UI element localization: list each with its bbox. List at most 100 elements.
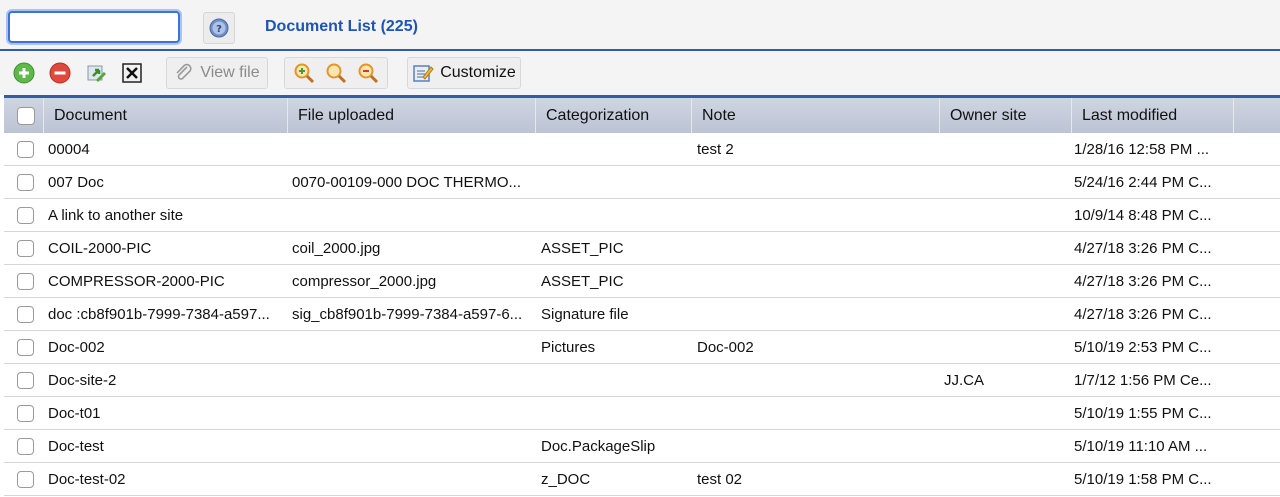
cell-last-modified: 10/9/14 8:48 PM C... (1074, 207, 1212, 224)
table-row[interactable]: Doc-t01 5/10/19 1:55 PM C... (4, 397, 1280, 430)
cell-document: Doc-test (48, 438, 104, 455)
cell-file-uploaded: sig_cb8f901b-7999-7384-a597-6... (292, 306, 523, 323)
cell-file-uploaded (292, 397, 538, 430)
table-row[interactable]: Doc-test Doc.PackageSlip 5/10/19 11:10 AM … (4, 430, 1280, 463)
cell-note (697, 397, 937, 430)
svg-text:?: ? (216, 24, 222, 35)
remove-button[interactable] (46, 57, 74, 89)
table-row[interactable]: Doc-002 Pictures Doc-002 5/10/19 2:53 PM C.… (4, 331, 1280, 364)
customize-label: Customize (440, 64, 516, 81)
cell-note (697, 166, 937, 199)
column-header-document[interactable]: Document (44, 98, 288, 133)
row-checkbox[interactable] (17, 306, 34, 323)
cell-file-uploaded: compressor_2000.jpg (292, 273, 437, 290)
cell-note (697, 265, 937, 298)
view-file-button[interactable]: View file (166, 57, 268, 89)
cell-document: Doc-test-02 (48, 471, 126, 488)
cell-owner-site (944, 199, 1070, 232)
cell-categorization: Pictures (541, 339, 596, 356)
cell-owner-site (944, 397, 1070, 430)
cell-owner-site (944, 298, 1070, 331)
table-row[interactable]: COMPRESSOR-2000-PIC compressor_2000.jpg AS… (4, 265, 1280, 298)
cell-note (697, 199, 937, 232)
cell-last-modified: 5/24/16 2:44 PM C... (1074, 174, 1212, 191)
cell-file-uploaded (292, 430, 538, 463)
cell-document: Doc-t01 (48, 405, 101, 422)
cell-owner-site (944, 133, 1070, 166)
cell-last-modified: 5/10/19 2:53 PM C... (1074, 339, 1212, 356)
cell-note: test 2 (697, 141, 734, 158)
cell-note: test 02 (697, 471, 743, 488)
row-checkbox[interactable] (17, 339, 34, 356)
row-checkbox[interactable] (17, 273, 34, 290)
cell-last-modified: 1/7/12 1:56 PM Ce... (1074, 372, 1212, 389)
toolbar: View file Customize (0, 51, 1280, 95)
cell-document: 007 Doc (48, 174, 104, 191)
table-row[interactable]: doc :cb8f901b-7999-7384-a597... sig_cb8f9… (4, 298, 1280, 331)
cell-owner-site (944, 463, 1070, 496)
help-button[interactable]: ? (203, 12, 235, 44)
cell-categorization (541, 397, 691, 430)
cell-note: Doc-002 (697, 339, 754, 356)
column-header-note[interactable]: Note (692, 98, 940, 133)
clear-button[interactable] (120, 57, 144, 89)
cell-note (697, 430, 937, 463)
cell-owner-site (944, 331, 1070, 364)
cell-note (697, 364, 937, 397)
row-checkbox[interactable] (17, 207, 34, 224)
cell-categorization: Signature file (541, 306, 629, 323)
cell-document: 00004 (48, 141, 90, 158)
cell-owner-site: JJ.CA (944, 372, 985, 389)
row-checkbox[interactable] (17, 240, 34, 257)
table-header: Document File uploaded Categorization No… (4, 95, 1280, 133)
row-checkbox[interactable] (17, 471, 34, 488)
cell-document: COMPRESSOR-2000-PIC (48, 273, 225, 290)
cell-file-uploaded (292, 133, 538, 166)
zoom-group (284, 57, 388, 89)
refresh-button[interactable] (82, 57, 112, 89)
row-checkbox[interactable] (17, 174, 34, 191)
table-row[interactable]: 00004 test 2 1/28/16 12:58 PM ... (4, 133, 1280, 166)
cell-categorization (541, 133, 691, 166)
close-icon (122, 63, 142, 83)
cell-document: COIL-2000-PIC (48, 240, 152, 257)
row-checkbox[interactable] (17, 405, 34, 422)
row-checkbox[interactable] (17, 141, 34, 158)
cell-document: A link to another site (48, 207, 184, 224)
column-header-categorization[interactable]: Categorization (536, 98, 692, 133)
add-button[interactable] (10, 57, 38, 89)
help-icon: ? (209, 18, 229, 38)
select-all-checkbox[interactable] (17, 107, 35, 125)
top-bar: ? Document List (225) (0, 0, 1280, 51)
cell-owner-site (944, 166, 1070, 199)
cell-document: Doc-site-2 (48, 372, 117, 389)
cell-last-modified: 5/10/19 11:10 AM ... (1074, 438, 1208, 455)
row-checkbox[interactable] (17, 438, 34, 455)
search-icon[interactable] (324, 61, 348, 85)
cell-last-modified: 5/10/19 1:55 PM C... (1074, 405, 1212, 422)
customize-button[interactable]: Customize (407, 57, 521, 89)
cell-owner-site (944, 232, 1070, 265)
cell-file-uploaded (292, 364, 538, 397)
view-file-label: View file (200, 64, 260, 81)
column-header-owner-site[interactable]: Owner site (940, 98, 1072, 133)
page-title: Document List (225) (265, 18, 418, 35)
table-row[interactable]: COIL-2000-PIC coil_2000.jpg ASSET_PIC 4/27/… (4, 232, 1280, 265)
cell-note (697, 298, 937, 331)
cell-categorization: z_DOC (541, 471, 591, 488)
zoom-out-icon[interactable] (356, 61, 380, 85)
row-checkbox[interactable] (17, 372, 34, 389)
table-row[interactable]: 007 Doc 0070-00109-000 DOC THERMO... 5/24/… (4, 166, 1280, 199)
cell-last-modified: 1/28/16 12:58 PM ... (1074, 141, 1210, 158)
zoom-in-icon[interactable] (292, 61, 316, 85)
customize-icon (413, 65, 434, 82)
search-input[interactable] (8, 11, 180, 43)
add-icon (13, 62, 35, 84)
table-row[interactable]: Doc-test-02 z_DOC test 02 5/10/19 1:58 PM C… (4, 463, 1280, 496)
column-header-last-modified[interactable]: Last modified (1072, 98, 1234, 133)
table-row[interactable]: A link to another site 10/9/14 8:48 PM C.… (4, 199, 1280, 232)
column-header-file-uploaded[interactable]: File uploaded (288, 98, 536, 133)
cell-categorization: ASSET_PIC (541, 240, 624, 257)
table-row[interactable]: Doc-site-2 JJ.CA 1/7/12 1:56 PM Ce... (4, 364, 1280, 397)
cell-last-modified: 4/27/18 3:26 PM C... (1074, 273, 1212, 290)
